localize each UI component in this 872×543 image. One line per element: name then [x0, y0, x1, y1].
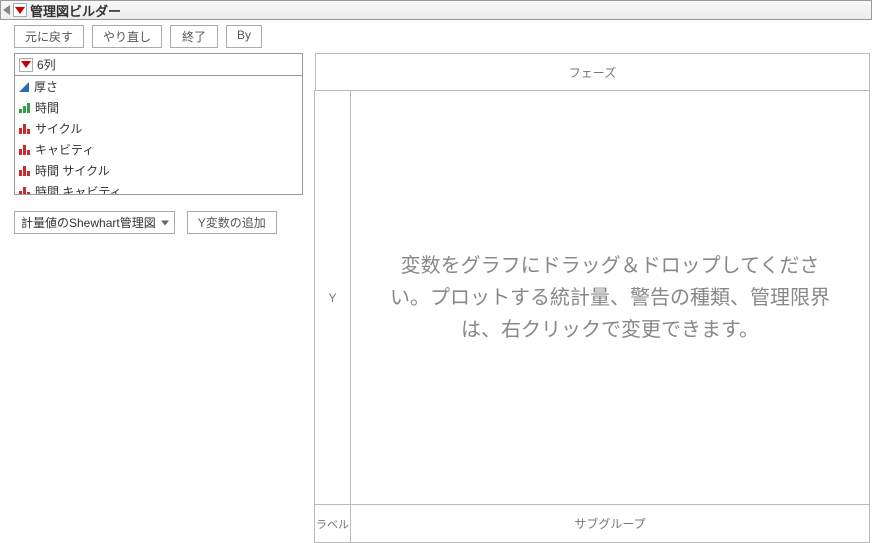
nominal-icon — [19, 187, 30, 196]
column-label: 時間 サイクル — [35, 162, 110, 179]
columns-count: 6列 — [37, 56, 56, 73]
nominal-icon — [19, 166, 30, 176]
zone-label: フェーズ — [569, 64, 616, 81]
menu-icon[interactable] — [13, 3, 27, 17]
zone-label: Y — [328, 291, 336, 305]
nominal-icon — [19, 124, 30, 134]
columns-list[interactable]: 厚さ 時間 サイクル キャビティ 時間 サイクル — [14, 75, 303, 195]
panel-header[interactable]: 管理図ビルダー — [0, 0, 872, 20]
add-y-button[interactable]: Y変数の追加 — [187, 211, 277, 234]
zone-label: サブグループ — [574, 515, 645, 532]
ordinal-icon — [19, 103, 30, 113]
continuous-icon — [19, 82, 29, 92]
column-label: 時間 — [35, 99, 59, 116]
chart-type-value: 計量値のShewhart管理図 — [21, 216, 156, 230]
column-item[interactable]: 時間 — [15, 97, 302, 118]
column-item[interactable]: キャビティ — [15, 139, 302, 160]
column-item[interactable]: 時間 キャビティ — [15, 181, 302, 195]
undo-button[interactable]: 元に戻す — [14, 25, 84, 48]
column-label: キャビティ — [35, 141, 94, 158]
done-button[interactable]: 終了 — [170, 25, 218, 48]
nominal-icon — [19, 145, 30, 155]
by-button[interactable]: By — [226, 25, 262, 48]
control-chart-builder: 管理図ビルダー 元に戻す やり直し 終了 By 6列 厚さ 時間 — [0, 0, 872, 532]
phase-zone[interactable]: フェーズ — [315, 53, 870, 91]
controls-row: 計量値のShewhart管理図 Y変数の追加 — [14, 211, 303, 234]
menu-icon[interactable] — [19, 58, 33, 72]
column-item[interactable]: サイクル — [15, 118, 302, 139]
subgroup-zone[interactable]: サブグループ — [350, 504, 870, 543]
drop-zones: フェーズ Y 変数をグラフにドラッグ＆ドロップしてください。プロットする統計量、… — [315, 53, 872, 543]
zone-label: ラベル — [316, 516, 349, 532]
plot-drop-zone[interactable]: 変数をグラフにドラッグ＆ドロップしてください。プロットする統計量、警告の種類、管… — [350, 90, 870, 505]
column-item[interactable]: 時間 サイクル — [15, 160, 302, 181]
chart-type-select[interactable]: 計量値のShewhart管理図 — [14, 211, 175, 234]
panel-title: 管理図ビルダー — [30, 1, 121, 20]
drop-instructions: 変数をグラフにドラッグ＆ドロップしてください。プロットする統計量、警告の種類、管… — [381, 250, 839, 346]
y-axis-zone[interactable]: Y — [314, 90, 351, 505]
body: 6列 厚さ 時間 サイクル キャビティ — [0, 53, 872, 543]
redo-button[interactable]: やり直し — [92, 25, 162, 48]
column-label: 時間 キャビティ — [35, 183, 122, 195]
disclosure-icon[interactable] — [3, 5, 10, 15]
left-panel: 6列 厚さ 時間 サイクル キャビティ — [0, 53, 315, 543]
column-label: 厚さ — [34, 78, 58, 95]
toolbar: 元に戻す やり直し 終了 By — [0, 20, 872, 53]
column-item[interactable]: 厚さ — [15, 76, 302, 97]
column-label: サイクル — [35, 120, 82, 137]
label-zone[interactable]: ラベル — [314, 504, 351, 543]
columns-header[interactable]: 6列 — [14, 53, 303, 75]
